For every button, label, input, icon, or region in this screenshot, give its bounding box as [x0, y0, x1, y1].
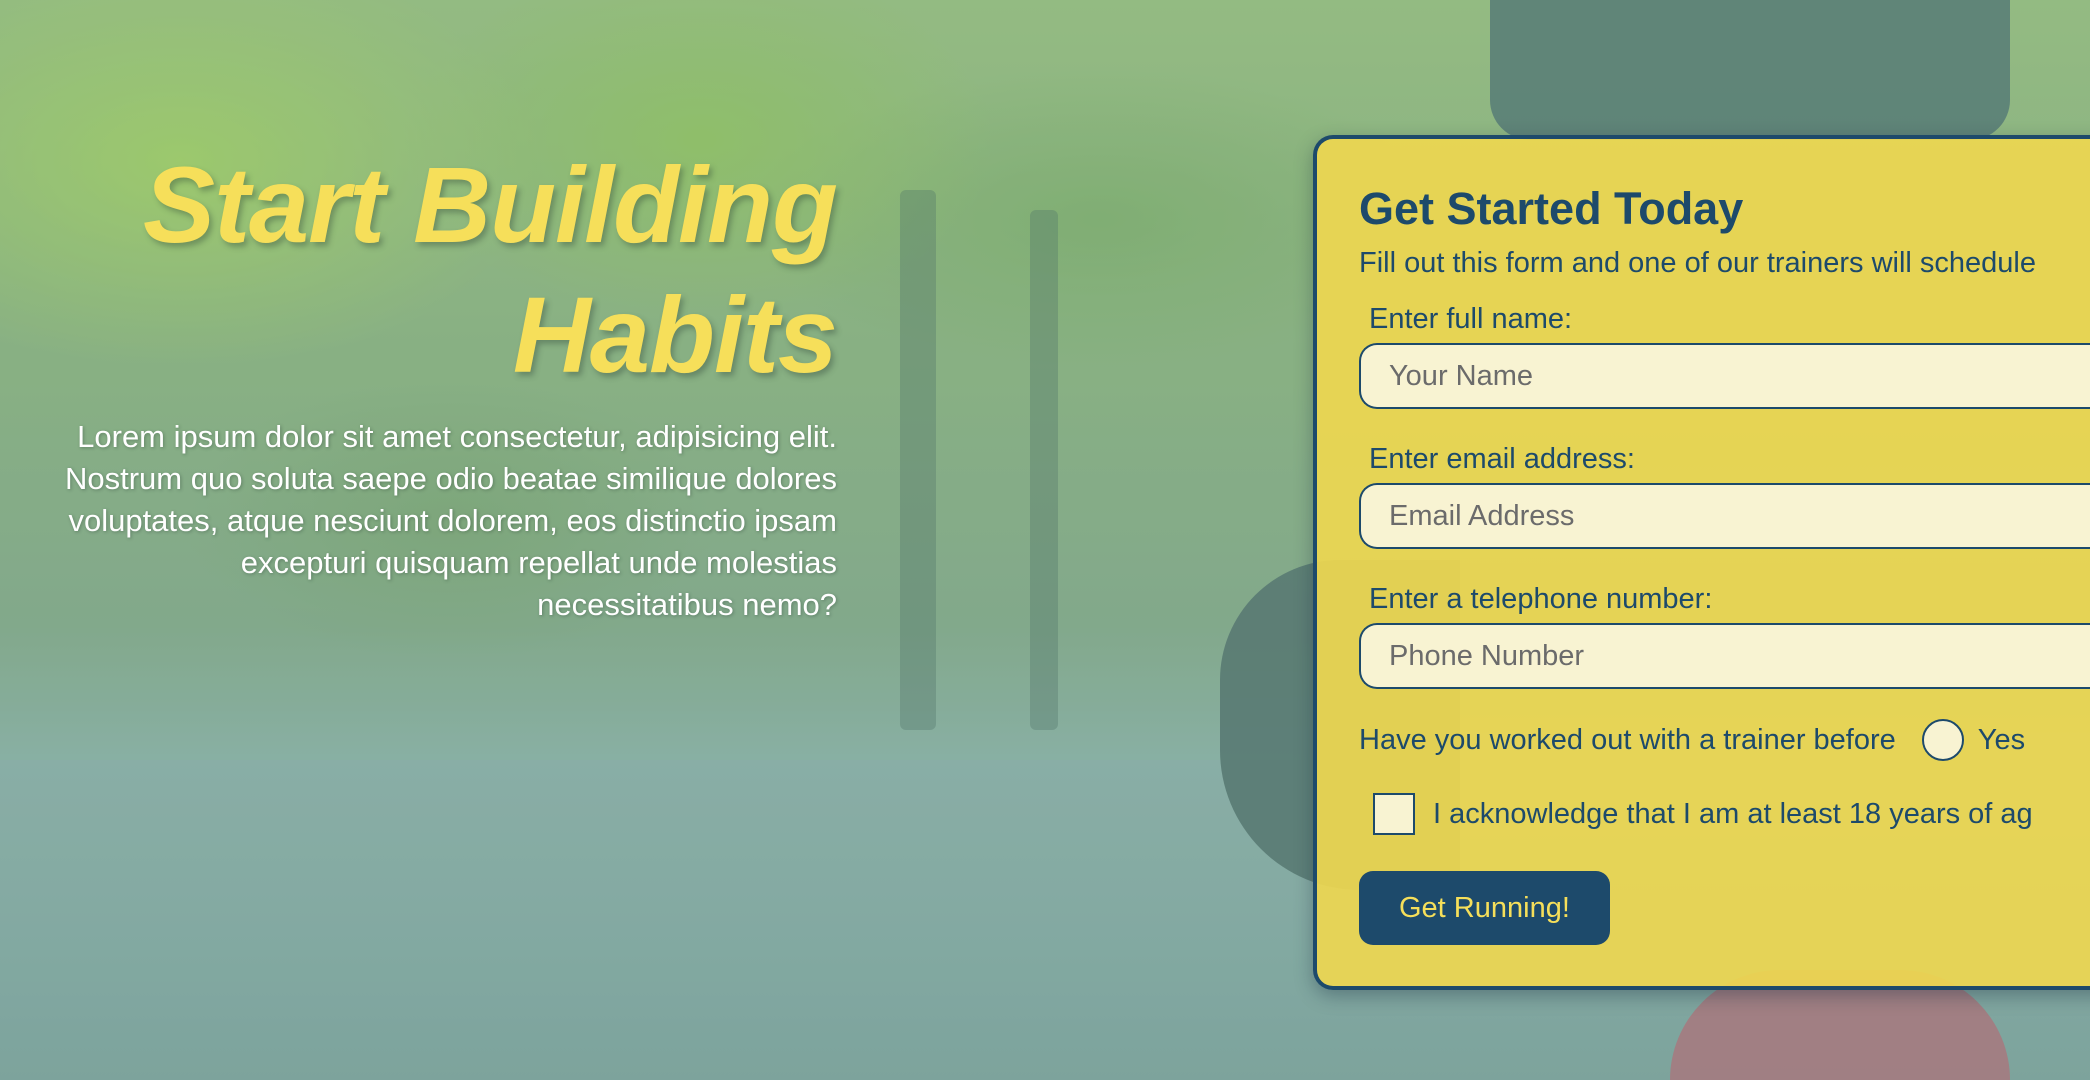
trainer-question-label: Have you worked out with a trainer befor…	[1359, 723, 1896, 756]
hero-title-line-1: Start Building	[143, 144, 838, 265]
age-acknowledge-checkbox[interactable]	[1373, 793, 1415, 835]
hero-description-line: Nostrum quo soluta saepe odio beatae sim…	[64, 461, 837, 496]
hero-description-line: Lorem ipsum dolor sit amet consectetur, …	[77, 419, 837, 454]
signup-form-card: Get Started Today Fill out this form and…	[1313, 135, 2090, 990]
age-acknowledge-row: I acknowledge that I am at least 18 year…	[1359, 793, 2090, 835]
age-acknowledge-label: I acknowledge that I am at least 18 year…	[1433, 797, 2033, 830]
name-label: Enter full name:	[1369, 303, 1573, 335]
phone-label: Enter a telephone number:	[1369, 583, 1713, 615]
trainer-yes-radio[interactable]	[1921, 719, 1964, 761]
get-running-button[interactable]: Get Running!	[1359, 871, 1610, 945]
hero-description-line: necessitatibus nemo?	[537, 587, 837, 622]
hero-description: Lorem ipsum dolor sit amet consectetur, …	[0, 416, 837, 626]
form-heading: Get Started Today	[1359, 183, 1744, 234]
hero-section: Start Building Habits Lorem ipsum dolor …	[0, 140, 838, 626]
name-input[interactable]	[1359, 343, 2090, 409]
landing-page: Start Building Habits Lorem ipsum dolor …	[0, 0, 2090, 1080]
hero-description-line: voluptates, atque nesciunt dolorem, eos …	[68, 503, 837, 538]
email-input[interactable]	[1359, 483, 2090, 549]
form-subheading: Fill out this form and one of our traine…	[1359, 247, 2036, 279]
hero-title: Start Building Habits	[0, 140, 838, 400]
trainer-question-row: Have you worked out with a trainer befor…	[1359, 719, 2090, 761]
trainer-yes-label: Yes	[1977, 723, 2026, 756]
phone-input[interactable]	[1359, 623, 2090, 689]
hero-description-line: excepturi quisquam repellat unde molesti…	[240, 545, 837, 580]
email-label: Enter email address:	[1369, 443, 1635, 475]
hero-title-line-2: Habits	[512, 274, 838, 395]
